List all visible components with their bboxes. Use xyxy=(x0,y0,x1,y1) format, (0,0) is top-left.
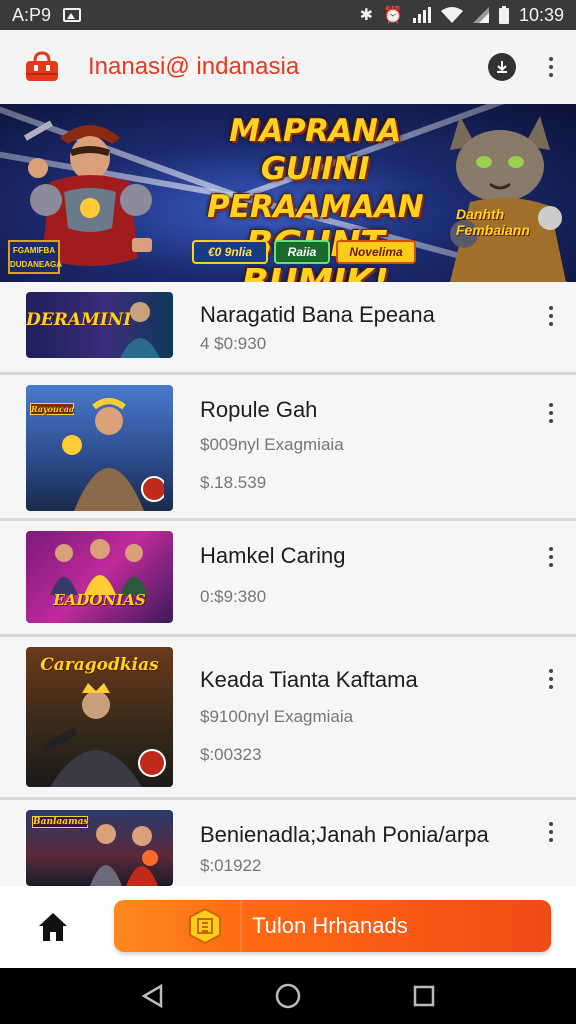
item-price: $:00323 xyxy=(200,745,262,764)
banner-pill-2[interactable]: Raiia xyxy=(274,240,330,264)
item-price: $.18.539 xyxy=(200,473,267,492)
banner-pill-3[interactable]: Novelima xyxy=(336,240,416,264)
thumbnail-label: EADONIAS xyxy=(53,591,146,609)
recents-icon[interactable] xyxy=(413,985,435,1007)
status-app-label: A:P9 xyxy=(12,4,52,25)
download-icon[interactable] xyxy=(488,53,516,81)
game-thumbnail: EADONIAS xyxy=(26,531,173,623)
more-vert-icon[interactable] xyxy=(546,547,556,567)
more-vert-icon[interactable] xyxy=(546,57,556,77)
item-subtitle: 0:$9:380 xyxy=(200,587,267,606)
list-item[interactable]: EADONIAS Hamkel Caring 0:$9:380 xyxy=(0,521,576,637)
cell-signal-icon xyxy=(472,7,489,23)
thumbnail-label: Caragodkias xyxy=(40,655,159,675)
item-title: Benienadla;Janah Ponia/arpa xyxy=(200,822,489,847)
item-subtitle: $009nyl Exagmiaia xyxy=(200,435,344,454)
cat-character-illustration xyxy=(450,116,566,282)
home-circle-icon[interactable] xyxy=(275,983,301,1009)
home-icon[interactable] xyxy=(36,910,70,944)
game-thumbnail: DERAMINI xyxy=(26,292,173,358)
alarm-icon: ⏰ xyxy=(383,7,403,24)
cta-button[interactable]: Tulon Hrhanads xyxy=(114,900,551,952)
thumbnail-label: DERAMINI xyxy=(26,310,132,330)
coupon-icon xyxy=(189,907,221,945)
game-thumbnail: Banlaamas xyxy=(26,810,173,886)
system-nav-bar xyxy=(0,968,576,1024)
back-icon[interactable] xyxy=(141,984,163,1008)
game-thumbnail: Caragodkias xyxy=(26,647,173,787)
bottom-bar: Tulon Hrhanads xyxy=(0,886,576,968)
status-time: 10:39 xyxy=(518,4,564,25)
item-subtitle: 4 $0:930 xyxy=(200,334,267,353)
item-title: Ropule Gah xyxy=(200,397,318,422)
more-vert-icon[interactable] xyxy=(546,669,556,689)
cta-label: Tulon Hrhanads xyxy=(252,913,408,938)
signal-icon xyxy=(412,7,431,23)
item-title: Keada Tianta Kaftama xyxy=(200,667,418,692)
list-item[interactable]: Caragodkias Keada Tianta Kaftama $9100ny… xyxy=(0,637,576,800)
app-title: Inanasi@ indanasia xyxy=(88,53,300,80)
status-bar: A:P9 ✱ ⏰ 10:39 xyxy=(0,0,576,30)
cta-divider xyxy=(240,900,242,952)
more-vert-icon[interactable] xyxy=(546,403,556,423)
list-item[interactable]: DERAMINI Naragatid Bana Epeana 4 $0:930 xyxy=(0,282,576,375)
item-title: Hamkel Caring xyxy=(200,543,346,568)
app-bar: Inanasi@ indanasia xyxy=(0,30,576,104)
banner-pill-1[interactable]: €0 9nlia xyxy=(192,240,268,264)
banner-badge-right: Danhth Fembaiann xyxy=(456,206,530,238)
game-thumbnail: Rayoucaa xyxy=(26,385,173,511)
item-title: Naragatid Bana Epeana xyxy=(200,302,435,327)
list-item[interactable]: Banlaamas Benienadla;Janah Ponia/arpa $:… xyxy=(0,800,576,886)
promo-banner[interactable]: MAPRANA GUIINI PERAAMAAN BGUNT BUMIK! FG… xyxy=(0,104,576,282)
shop-logo-icon[interactable] xyxy=(24,51,60,83)
item-subtitle: $:01922 xyxy=(200,856,262,875)
banner-badge-left: FGAMIFBA DUDANEAGA xyxy=(8,240,62,274)
bluetooth-icon: ✱ xyxy=(359,7,374,24)
item-subtitle: $9100nyl Exagmiaia xyxy=(200,707,354,726)
list-item[interactable]: Rayoucaa Ropule Gah $009nyl Exagmiaia $.… xyxy=(0,375,576,521)
battery-icon xyxy=(498,6,509,24)
image-icon xyxy=(63,8,82,22)
more-vert-icon[interactable] xyxy=(546,306,556,326)
wifi-icon xyxy=(440,7,463,23)
more-vert-icon[interactable] xyxy=(546,822,556,842)
